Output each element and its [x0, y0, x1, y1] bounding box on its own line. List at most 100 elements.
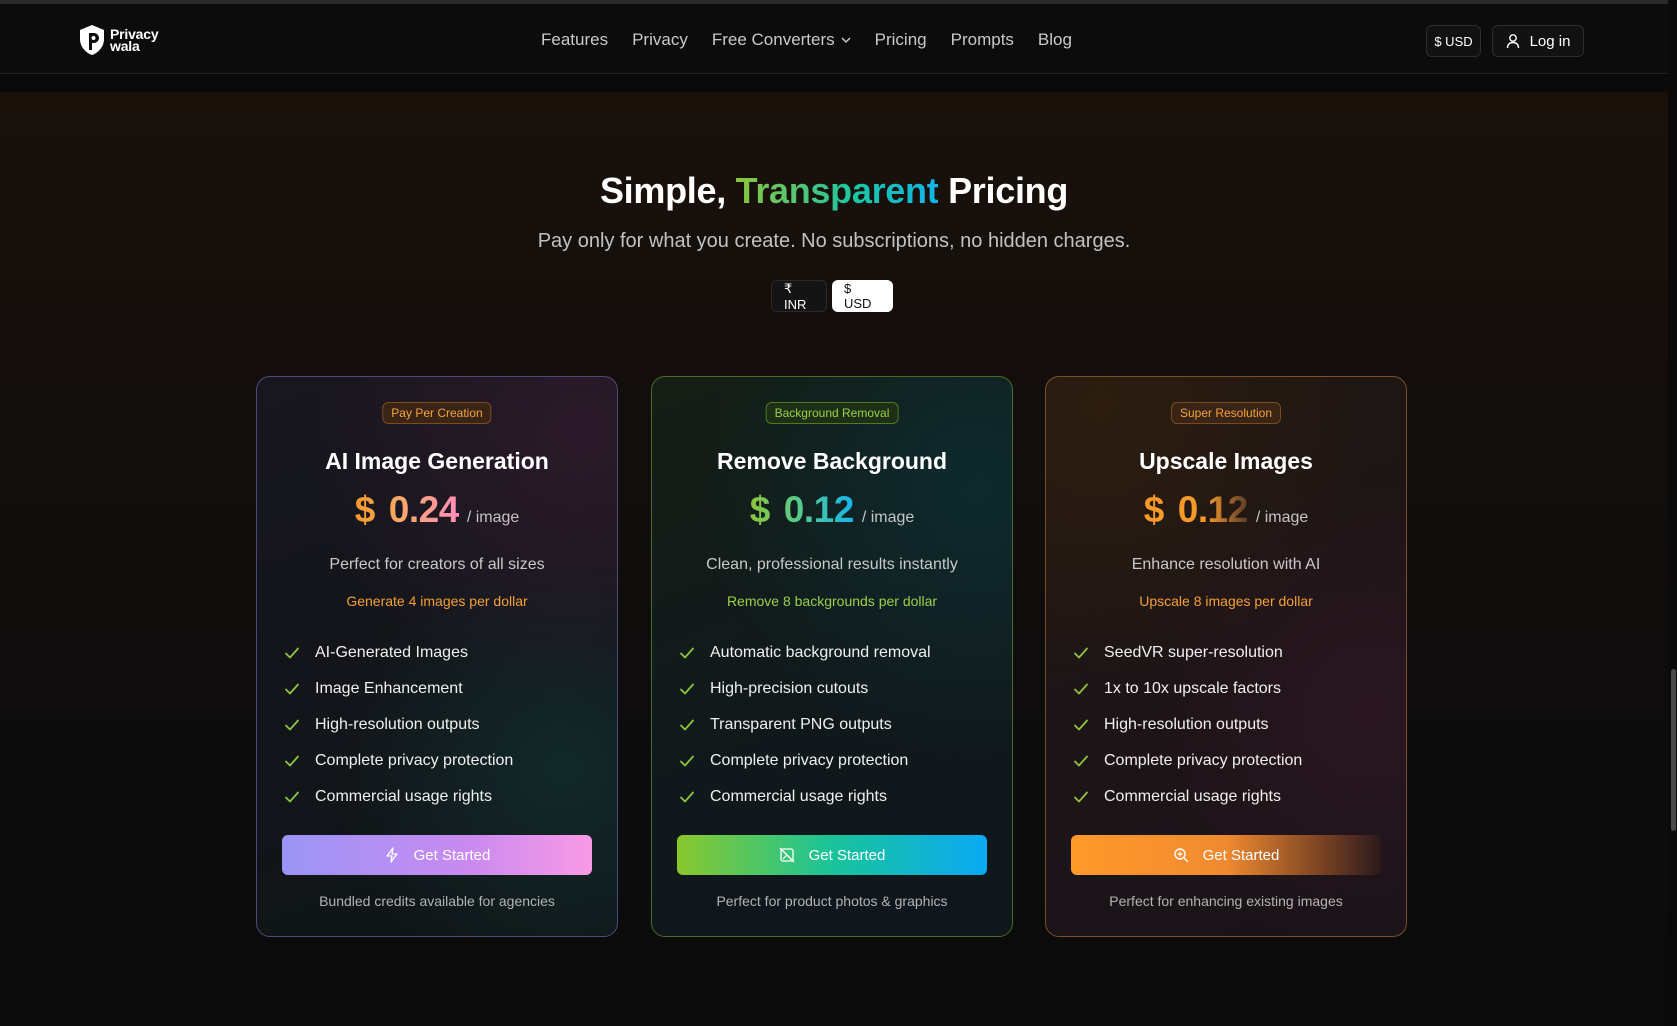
title-highlight: Transparent	[735, 170, 939, 211]
get-started-label: Get Started	[1202, 846, 1280, 864]
price-value: 0.12	[783, 489, 854, 530]
feature-label: 1x to 10x upscale factors	[1104, 680, 1281, 697]
top-navbar: Privacy wala Features Privacy Free Conve…	[0, 4, 1668, 74]
card-description: Clean, professional results instantly	[706, 556, 958, 573]
price-currency: $	[1143, 489, 1164, 530]
feature-list: AI-Generated Images Image Enhancement Hi…	[283, 635, 513, 815]
check-icon	[680, 647, 694, 659]
nav-links: Features Privacy Free Converters Pricing…	[541, 30, 1072, 50]
check-icon	[1074, 791, 1088, 803]
feature-item: Commercial usage rights	[1072, 779, 1302, 815]
per-dollar-note: Remove 8 backgrounds per dollar	[726, 593, 938, 609]
feature-item: Complete privacy protection	[283, 743, 513, 779]
pricing-card-ai-image-generation: Pay Per Creation AI Image Generation $0.…	[256, 376, 618, 937]
feature-item: High-resolution outputs	[1072, 707, 1302, 743]
feature-item: High-precision cutouts	[678, 671, 931, 707]
check-icon	[680, 791, 694, 803]
check-icon	[1074, 647, 1088, 659]
nav-link-free-converters-label: Free Converters	[711, 30, 835, 49]
nav-link-blog[interactable]: Blog	[1038, 30, 1072, 50]
feature-label: Commercial usage rights	[710, 788, 887, 805]
get-started-label: Get Started	[808, 846, 886, 864]
feature-label: AI-Generated Images	[315, 644, 468, 661]
card-title: Remove Background	[716, 448, 948, 474]
feature-item: Transparent PNG outputs	[678, 707, 931, 743]
card-footnote: Perfect for product photos & graphics	[716, 893, 948, 909]
feature-item: Commercial usage rights	[678, 779, 931, 815]
check-icon	[285, 719, 299, 731]
feature-item: Image Enhancement	[283, 671, 513, 707]
image-off-icon	[779, 847, 795, 863]
title-part-2: Pricing	[938, 170, 1069, 211]
get-started-label: Get Started	[413, 846, 491, 864]
get-started-button[interactable]: Get Started	[282, 835, 592, 875]
feature-label: Complete privacy protection	[710, 752, 909, 769]
nav-link-free-converters[interactable]: Free Converters	[712, 30, 851, 50]
price-value: 0.24	[388, 489, 459, 530]
per-dollar-note: Generate 4 images per dollar	[346, 593, 528, 609]
feature-item: AI-Generated Images	[283, 635, 513, 671]
page-title: Simple, Transparent Pricing	[0, 170, 1668, 212]
check-icon	[1074, 719, 1088, 731]
check-icon	[1074, 755, 1088, 767]
nav-link-prompts[interactable]: Prompts	[951, 30, 1014, 50]
check-icon	[285, 755, 299, 767]
nav-link-pricing[interactable]: Pricing	[875, 30, 927, 50]
feature-label: Commercial usage rights	[1104, 788, 1281, 805]
zoom-in-icon	[1173, 848, 1189, 863]
feature-label: High-resolution outputs	[1104, 716, 1269, 733]
card-badge: Background Removal	[765, 402, 899, 424]
check-icon	[680, 683, 694, 695]
price-row: $0.24 / image	[257, 489, 617, 531]
feature-item: SeedVR super-resolution	[1072, 635, 1302, 671]
feature-item: Complete privacy protection	[678, 743, 931, 779]
price-row: $0.12 / image	[652, 489, 1012, 531]
price-currency: $	[354, 489, 375, 530]
price: $0.12	[750, 489, 854, 531]
nav-link-features[interactable]: Features	[541, 30, 608, 50]
login-button[interactable]: Log in	[1492, 25, 1584, 57]
feature-label: Commercial usage rights	[315, 788, 492, 805]
card-footnote: Bundled credits available for agencies	[319, 893, 555, 909]
scrollbar-thumb[interactable]	[1671, 669, 1676, 831]
feature-item: 1x to 10x upscale factors	[1072, 671, 1302, 707]
pricing-card-upscale-images: Super Resolution Upscale Images $0.12 / …	[1045, 376, 1407, 937]
login-label: Log in	[1529, 32, 1571, 50]
feature-list: SeedVR super-resolution 1x to 10x upscal…	[1072, 635, 1302, 815]
logo[interactable]: Privacy wala	[78, 24, 159, 56]
get-started-button[interactable]: Get Started	[1071, 835, 1381, 875]
scrollbar-track[interactable]	[1668, 0, 1677, 1026]
check-icon	[285, 683, 299, 695]
currency-toggle-usd[interactable]: $ USD	[832, 280, 893, 312]
currency-toggle-inr[interactable]: ₹ INR	[771, 280, 827, 312]
check-icon	[680, 755, 694, 767]
price-value: 0.12	[1177, 489, 1248, 530]
per-dollar-note: Upscale 8 images per dollar	[1139, 593, 1313, 609]
page-subtitle: Pay only for what you create. No subscri…	[537, 230, 1131, 252]
nav-link-privacy[interactable]: Privacy	[632, 30, 688, 50]
feature-label: Transparent PNG outputs	[710, 716, 892, 733]
feature-item: Commercial usage rights	[283, 779, 513, 815]
price-row: $0.12 / image	[1046, 489, 1406, 531]
card-description: Perfect for creators of all sizes	[329, 556, 545, 573]
card-title: AI Image Generation	[325, 448, 549, 474]
check-icon	[1074, 683, 1088, 695]
card-footnote: Perfect for enhancing existing images	[1109, 893, 1343, 909]
card-description: Enhance resolution with AI	[1131, 556, 1321, 573]
price-unit: / image	[466, 509, 520, 526]
check-icon	[680, 719, 694, 731]
currency-button[interactable]: $ USD	[1426, 25, 1481, 57]
user-icon	[1506, 34, 1519, 49]
feature-label: Complete privacy protection	[315, 752, 514, 769]
chevron-down-icon	[841, 37, 851, 44]
check-icon	[285, 647, 299, 659]
get-started-button[interactable]: Get Started	[677, 835, 987, 875]
feature-item: High-resolution outputs	[283, 707, 513, 743]
price-unit: / image	[1255, 509, 1309, 526]
price: $0.12	[1144, 489, 1248, 531]
card-title: Upscale Images	[1139, 448, 1313, 474]
feature-item: Automatic background removal	[678, 635, 931, 671]
currency-toggle: ₹ INR $ USD	[771, 280, 893, 312]
feature-label: Automatic background removal	[710, 644, 931, 661]
logo-text: Privacy wala	[110, 27, 159, 53]
